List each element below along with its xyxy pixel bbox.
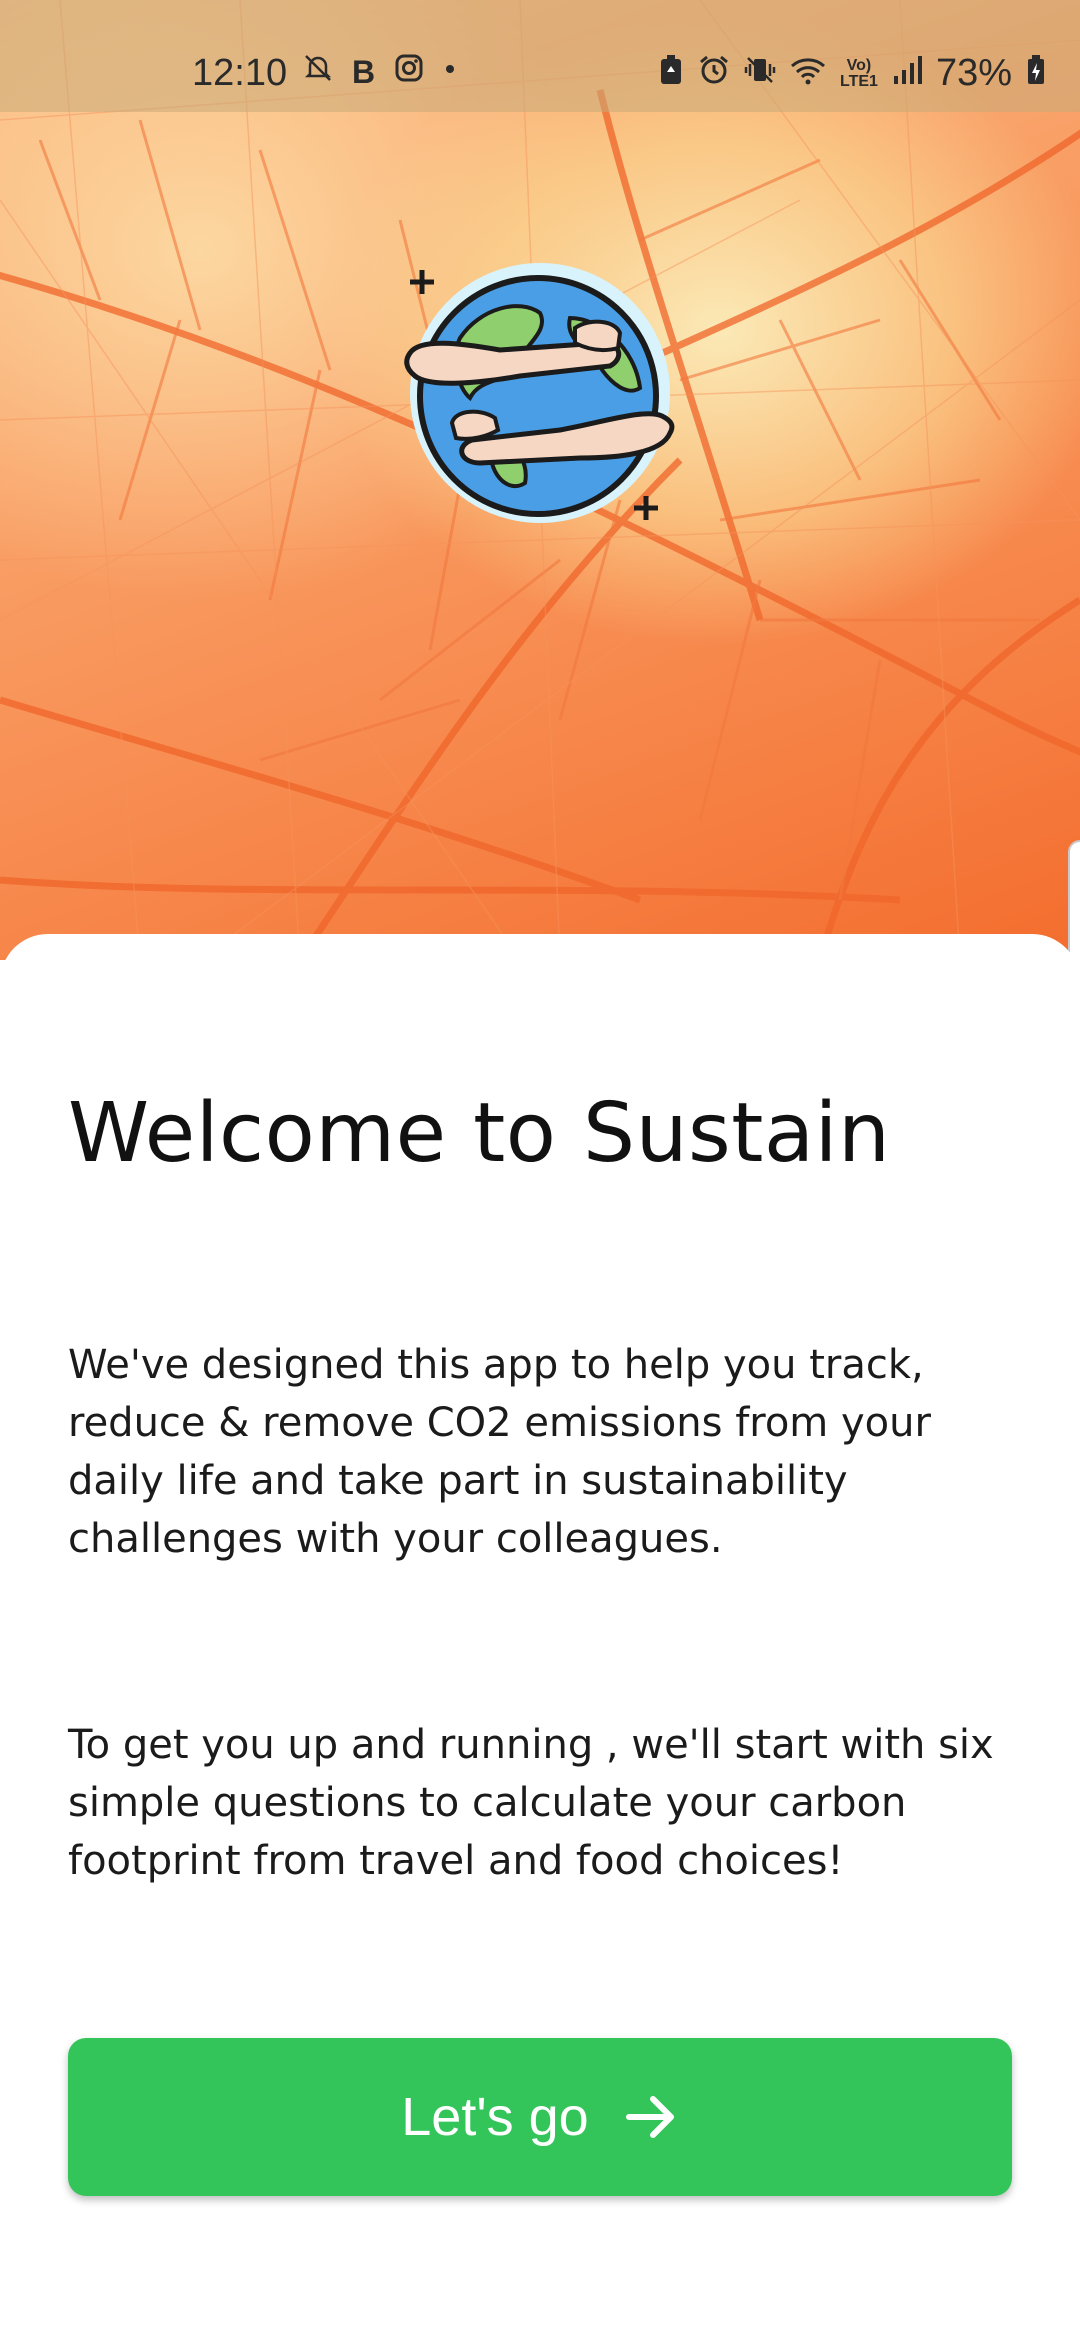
b-app-icon: B xyxy=(352,54,376,90)
lets-go-button[interactable]: Let's go xyxy=(68,2038,1012,2196)
onboarding-paragraph: To get you up and running , we'll start … xyxy=(68,1722,994,1884)
vibrate-icon xyxy=(744,54,776,94)
wifi-icon xyxy=(790,54,826,94)
instagram-icon xyxy=(393,52,425,92)
battery-saver-icon xyxy=(658,54,684,94)
earth-hug-icon xyxy=(404,263,675,523)
signal-icon xyxy=(892,54,922,94)
battery-percent: 73% xyxy=(935,52,1012,94)
page-title: Welcome to Sustain xyxy=(68,1086,891,1181)
intro-paragraph: We've designed this app to help you trac… xyxy=(68,1342,931,1562)
volte-icon: Vo) LTE1 xyxy=(840,56,878,90)
alarm-icon xyxy=(698,54,730,94)
status-time: 12:10 xyxy=(192,52,288,94)
status-bar: 12:10 B Vo) LTE1 73% xyxy=(0,0,1080,112)
status-system-icons: Vo) LTE1 73% xyxy=(658,52,1046,95)
battery-charging-icon xyxy=(1026,54,1046,94)
notifications-off-icon xyxy=(302,52,334,92)
lets-go-label: Let's go xyxy=(401,2087,589,2147)
arrow-right-icon xyxy=(625,2096,674,2138)
hero-background: 12:10 B Vo) LTE1 73% xyxy=(0,0,1080,960)
dot-icon xyxy=(443,52,457,92)
status-notification-icons: B xyxy=(302,52,457,92)
